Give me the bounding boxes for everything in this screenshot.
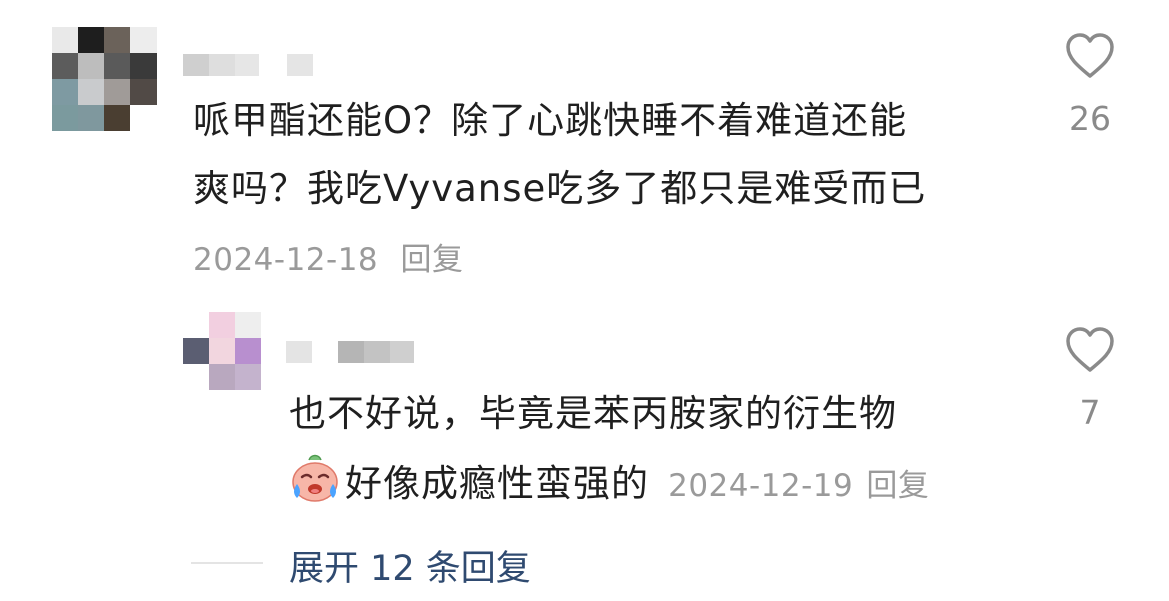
divider [191, 562, 263, 564]
reply-text-line2: 好像成瘾性蛮强的 [345, 462, 649, 505]
reply-text-line1: 也不好说，毕竟是苯丙胺家的衍生物 [289, 392, 897, 435]
reply-reply-button[interactable]: 回复 [866, 468, 929, 504]
reply-button[interactable]: 回复 [401, 242, 464, 278]
reply-like-button[interactable] [1064, 325, 1116, 375]
avatar[interactable] [52, 27, 157, 131]
reply-avatar[interactable] [183, 312, 261, 390]
like-button[interactable] [1064, 31, 1116, 81]
reply-username[interactable] [286, 341, 414, 363]
heart-icon [1066, 327, 1114, 372]
username[interactable] [183, 54, 313, 76]
reply-like-count: 7 [1079, 393, 1101, 432]
heart-icon [1066, 33, 1114, 78]
crying-face-emoji [289, 452, 341, 508]
comment-meta: 2024-12-18 回复 [193, 234, 464, 279]
comment-date: 2024-12-18 [193, 242, 379, 278]
reply-date: 2024-12-19 [668, 468, 854, 504]
comment-text-line2: 爽吗？我吃Vyvanse吃多了都只是难受而已 [193, 167, 927, 210]
comment-text-line1: 哌甲酯还能O？除了心跳快睡不着难道还能 [193, 99, 908, 142]
reply-line2-row: 好像成瘾性蛮强的 2024-12-19 回复 [289, 452, 929, 513]
like-count: 26 [1069, 99, 1111, 138]
expand-replies-button[interactable]: 展开 12 条回复 [289, 540, 531, 591]
